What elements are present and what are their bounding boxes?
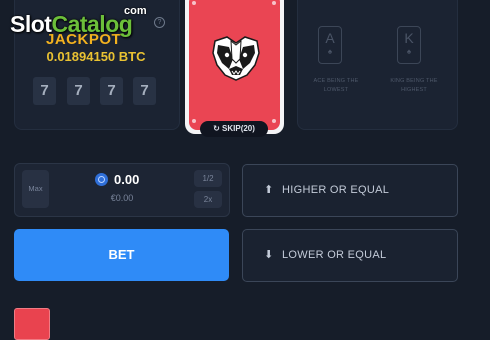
- higher-or-equal-button[interactable]: ⬆ HIGHER OR EQUAL: [242, 164, 458, 217]
- refresh-icon: ↻: [213, 124, 220, 133]
- watermark-suffix: com: [124, 5, 147, 17]
- jackpot-digit: 7: [67, 77, 90, 105]
- spade-icon: ♠: [406, 47, 412, 56]
- lower-or-equal-button[interactable]: ⬇ LOWER OR EQUAL: [242, 229, 458, 282]
- max-button[interactable]: Max: [22, 170, 49, 208]
- king-rank: K: [404, 30, 414, 46]
- jackpot-digit: 7: [100, 77, 123, 105]
- double-bet-button[interactable]: 2x: [194, 191, 222, 208]
- half-bet-button[interactable]: 1/2: [194, 170, 222, 187]
- card-corner-dot: [192, 119, 196, 123]
- card-corner-dot: [192, 1, 196, 5]
- jackpot-digit: 7: [33, 77, 56, 105]
- rules-panel: [297, 0, 458, 130]
- watermark-logo: SlotCatalog: [10, 11, 133, 38]
- ace-card-icon: A ♠: [318, 26, 342, 64]
- bet-fiat-value: €0.00: [110, 193, 134, 203]
- arrow-up-icon: ⬆: [264, 184, 274, 196]
- skip-label: SKIP(20): [222, 124, 255, 133]
- jackpot-amount: 0.01894150 BTC: [46, 49, 146, 64]
- spade-icon: ♠: [327, 47, 333, 56]
- watermark-brand-a: Slot: [10, 11, 52, 37]
- history-card: [14, 308, 50, 340]
- king-rule-text: KING BEING THE HIGHEST: [390, 78, 438, 93]
- ace-rank: A: [325, 30, 335, 46]
- badger-head-icon: [212, 36, 260, 81]
- jackpot-digit: 7: [133, 77, 156, 105]
- higher-label: HIGHER OR EQUAL: [282, 184, 390, 196]
- king-card-icon: K ♠: [397, 26, 421, 64]
- card-corner-dot: [272, 119, 276, 123]
- ace-rule-text: ACE BEING THE LOWEST: [313, 78, 359, 93]
- question-circle-icon[interactable]: ?: [154, 17, 165, 28]
- lower-label: LOWER OR EQUAL: [282, 249, 387, 261]
- watermark-brand-b: Catalog: [51, 11, 133, 37]
- bitcoin-coin-icon: [95, 173, 108, 186]
- bet-amount-input[interactable]: 0.00: [114, 172, 139, 187]
- arrow-down-icon: ⬇: [264, 249, 274, 261]
- card-corner-dot: [272, 1, 276, 5]
- skip-button[interactable]: ↻ SKIP(20): [200, 121, 268, 137]
- bet-button[interactable]: BET: [14, 229, 229, 281]
